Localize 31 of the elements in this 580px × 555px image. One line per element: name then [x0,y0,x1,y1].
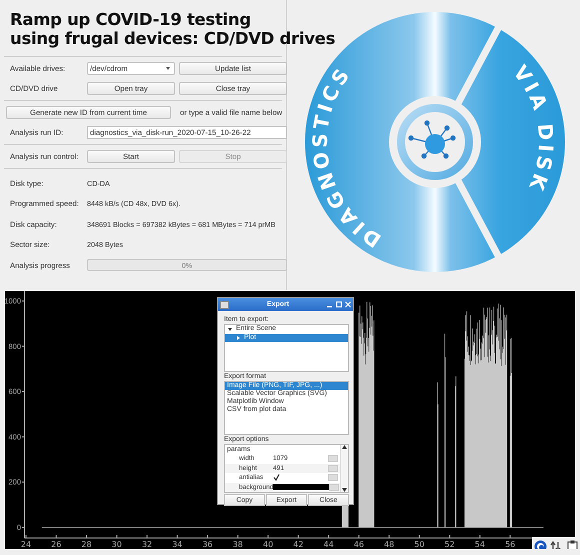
tick-label: 24 [20,540,32,549]
color-swatch[interactable] [273,484,329,490]
app-title: Ramp up COVID-19 testing using frugal devices: CD/DVD drives [9,9,336,50]
tick-label: 46 [354,540,364,549]
tick-label: 40 [262,540,274,549]
tick-label: 32 [142,540,152,549]
tick-label: 54 [474,540,485,549]
tick-label: 52 [444,540,455,549]
expanded-arrow-icon [228,328,232,331]
virus-icon [408,120,456,159]
tick-label: 42 [293,540,304,549]
tick-label: 28 [81,540,92,549]
antialias-checkbox[interactable] [273,474,280,482]
maximize-icon[interactable] [336,301,342,308]
tick-label: 38 [232,540,243,549]
caret-icon [166,67,170,70]
pointer-icon[interactable] [534,540,547,549]
tick-label: 34 [172,540,182,549]
window-menu-icon[interactable] [220,300,229,308]
scroll-bar[interactable] [340,445,348,492]
tick-label: 50 [414,540,424,549]
tick-label: 26 [51,540,62,549]
tick-label: 44 [324,540,334,549]
close-icon[interactable] [345,301,351,308]
arrows-icon[interactable] [550,540,564,549]
collapsed-arrow-icon [237,336,240,340]
tick-label: 30 [112,540,122,549]
tick-label: 48 [384,540,394,549]
tick-label: 36 [202,540,213,549]
clipboard-icon[interactable] [567,540,578,549]
tick-label: 56 [505,540,516,549]
